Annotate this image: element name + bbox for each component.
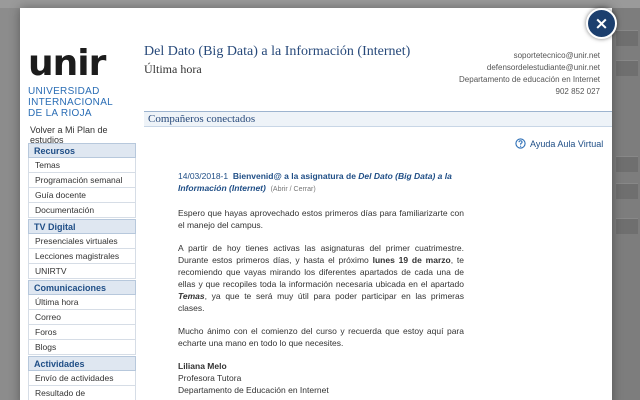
logo-line: INTERNACIONAL xyxy=(28,97,114,108)
open-close-toggle[interactable]: (Abrir / Cerrar) xyxy=(271,186,316,193)
background-bar xyxy=(616,156,638,172)
sidebar-item-unirtv[interactable]: UNIRTV xyxy=(28,264,136,279)
help-link-label: Ayuda Aula Virtual xyxy=(530,138,604,149)
sidebar-item-correo[interactable]: Correo xyxy=(28,310,136,325)
text-span: , ya que te será muy útil para poder par… xyxy=(178,291,464,313)
logo-word: unir xyxy=(28,43,106,84)
sidebar-item-presenciales-virtuales[interactable]: Presenciales virtuales xyxy=(28,234,136,249)
background-page-right xyxy=(610,8,640,400)
background-bar xyxy=(616,30,638,46)
sidebar-item-guia-docente[interactable]: Guía docente xyxy=(28,188,136,203)
announcement-intro: Bienvenid@ a la asignatura de xyxy=(232,171,356,181)
sidebar-item-blogs[interactable]: Blogs xyxy=(28,340,136,355)
sidebar-item-temas[interactable]: Temas xyxy=(28,158,136,173)
section-divider xyxy=(144,126,612,127)
close-button[interactable]: × xyxy=(586,8,617,39)
background-page xyxy=(0,0,640,8)
background-bar xyxy=(616,218,638,234)
sidebar-item-resultado-de-actividades[interactable]: Resultado de actividades xyxy=(28,386,136,400)
department-name: Departamento de educación en Internet xyxy=(459,75,600,84)
menu-section-comunicaciones: Comunicaciones xyxy=(28,280,136,295)
sidebar-item-ultima-hora[interactable]: Última hora xyxy=(28,295,136,310)
announcement-paragraph: Mucho ánimo con el comienzo del curso y … xyxy=(178,326,464,348)
signature-name: Liliana Melo xyxy=(178,361,227,371)
menu-section-recursos: Recursos xyxy=(28,143,136,158)
contact-info: soportetecnico@unir.net defensordelestud… xyxy=(459,50,600,98)
unir-logo: unir UNIVERSIDAD INTERNACIONAL DE LA RIO… xyxy=(28,43,113,120)
support-email[interactable]: soportetecnico@unir.net xyxy=(459,50,600,62)
announcement-paragraph: A partir de hoy tienes activas las asign… xyxy=(178,242,464,314)
logo-line: UNIVERSIDAD xyxy=(28,86,100,97)
modal-dialog: unir UNIVERSIDAD INTERNACIONAL DE LA RIO… xyxy=(20,8,612,400)
menu-section-tv-digital: TV Digital xyxy=(28,219,136,234)
sidebar-item-documentacion[interactable]: Documentación xyxy=(28,203,136,218)
sidebar-menu: Recursos Temas Programación semanal Guía do… xyxy=(28,142,136,400)
background-bar xyxy=(616,183,638,199)
sidebar-item-foros[interactable]: Foros xyxy=(28,325,136,340)
sidebar-item-lecciones-magistrales[interactable]: Lecciones magistrales xyxy=(28,249,136,264)
help-icon xyxy=(515,138,526,149)
sidebar-item-programacion-semanal[interactable]: Programación semanal xyxy=(28,173,136,188)
signature: Liliana Melo Profesora Tutora Departamen… xyxy=(178,360,464,396)
signature-department: Departamento de Educación en Internet xyxy=(178,385,329,395)
phone-number: 902 852 027 xyxy=(555,87,601,96)
announcement-header: 14/03/2018-1 Bienvenid@ a la asignatura … xyxy=(178,170,464,196)
highlight-date: lunes 19 de marzo xyxy=(372,255,451,265)
menu-section-actividades: Actividades xyxy=(28,356,136,371)
announcement-date: 14/03/2018-1 xyxy=(178,171,229,181)
help-link[interactable]: Ayuda Aula Virtual xyxy=(515,138,603,149)
announcement-paragraph: Espero que hayas aprovechado estos prime… xyxy=(178,208,464,230)
sidebar-item-envio-de-actividades[interactable]: Envío de actividades xyxy=(28,371,136,386)
announcement: 14/03/2018-1 Bienvenid@ a la asignatura … xyxy=(178,170,464,396)
background-bar xyxy=(616,60,638,76)
ombudsman-email[interactable]: defensordelestudiante@unir.net xyxy=(459,62,600,74)
topics-highlight: Temas xyxy=(178,291,205,301)
signature-role: Profesora Tutora xyxy=(178,373,242,383)
connected-classmates-link[interactable]: Compañeros conectados xyxy=(144,112,612,126)
page-header: Del Dato (Big Data) a la Información (In… xyxy=(144,44,606,112)
logo-university-name: UNIVERSIDAD INTERNACIONAL DE LA RIOJA xyxy=(28,86,113,119)
sidebar: unir UNIVERSIDAD INTERNACIONAL DE LA RIO… xyxy=(24,8,136,400)
logo-line: DE LA RIOJA xyxy=(28,108,92,119)
